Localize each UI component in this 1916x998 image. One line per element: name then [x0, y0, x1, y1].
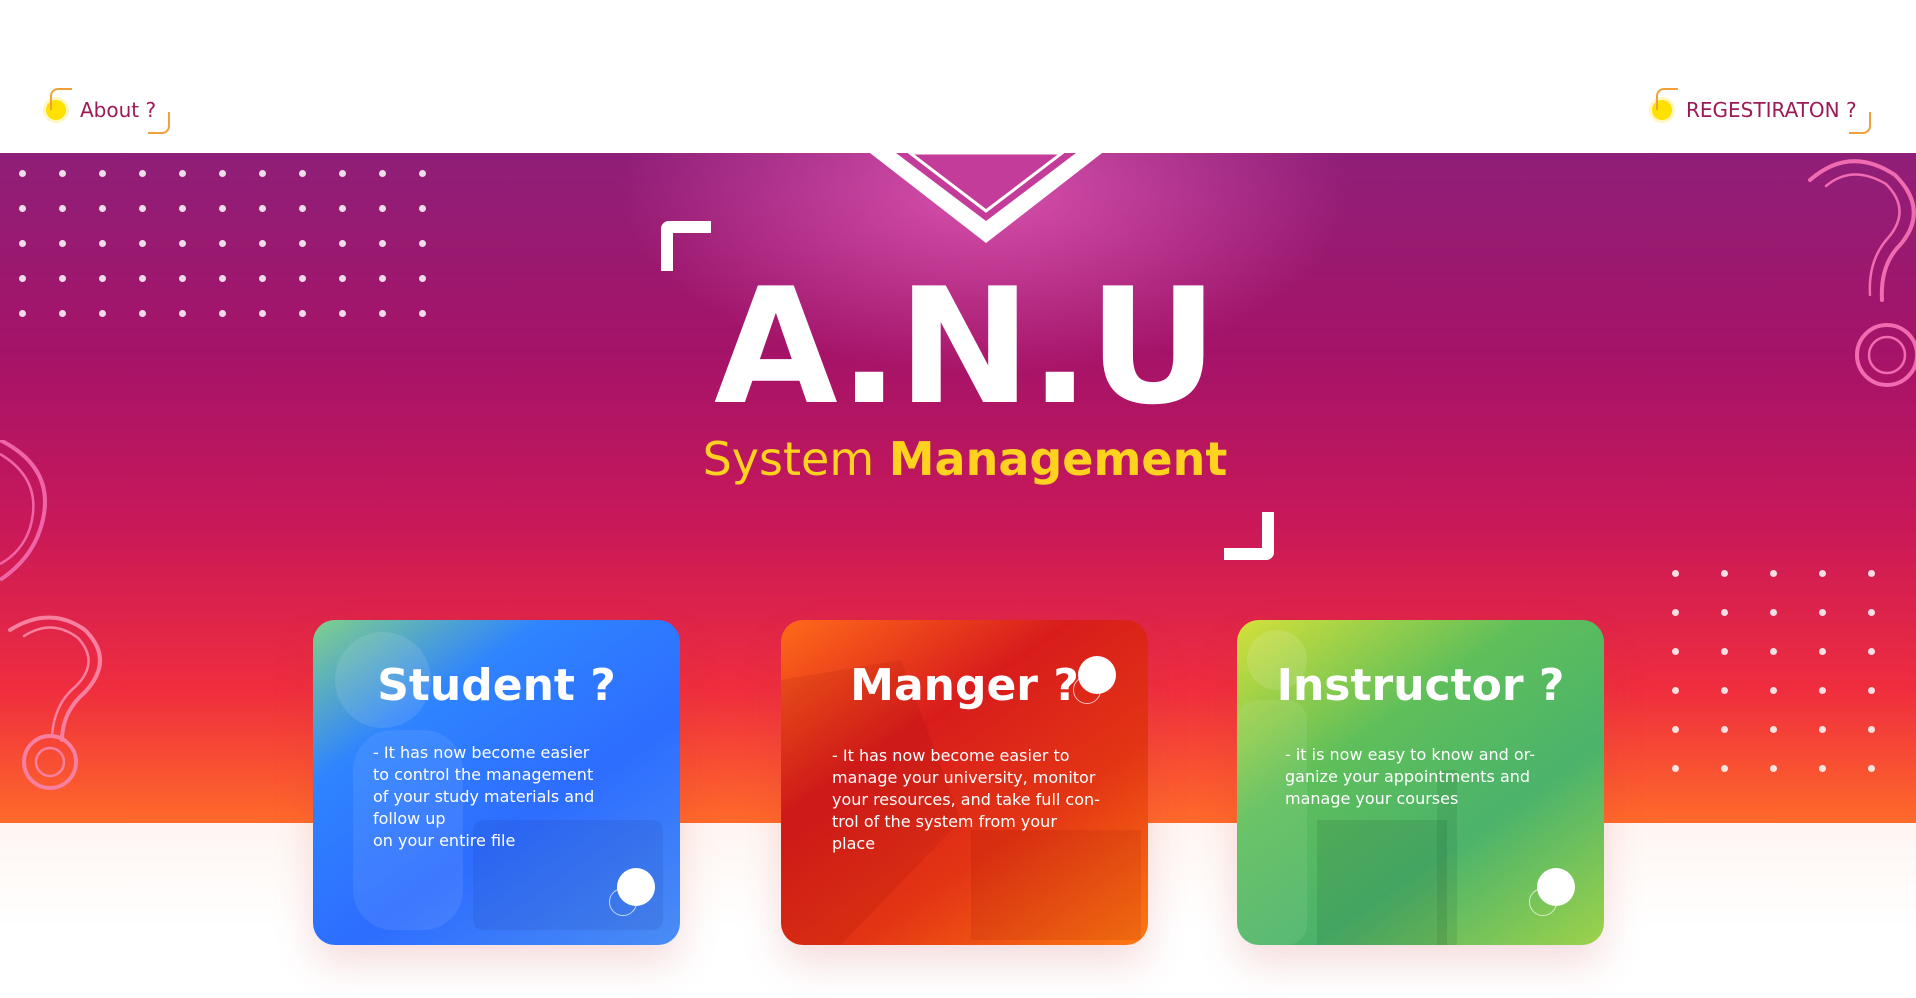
registration-link[interactable]: REGESTIRATON ?: [1652, 88, 1871, 134]
ring-decoration-icon: [0, 440, 47, 582]
circle-ring-icon: [1529, 888, 1557, 916]
bracket-icon: [1656, 88, 1678, 110]
dot-grid-right: [1672, 570, 1875, 772]
registration-link-label: REGESTIRATON ?: [1686, 98, 1857, 122]
corner-bracket-bottom-right-icon: [1224, 512, 1274, 560]
page-subtitle: System Management: [690, 432, 1240, 486]
subtitle-light: System: [702, 432, 889, 486]
instructor-card-text: - it is now easy to know and or- ganize …: [1285, 745, 1535, 808]
manager-card[interactable]: Manger ? - It has now become easier to m…: [781, 620, 1148, 945]
student-card-text: - It has now become easier to control th…: [373, 743, 595, 850]
bracket-icon: [148, 112, 171, 134]
page: About ? REGESTIRATON ? A.N.U System Mana…: [0, 0, 1916, 998]
bracket-icon: [1848, 112, 1871, 134]
top-bar: About ? REGESTIRATON ?: [0, 0, 1916, 153]
question-mark-icon: [1808, 159, 1916, 387]
manager-card-text: - It has now become easier to manage you…: [832, 746, 1100, 853]
about-link[interactable]: About ?: [46, 88, 171, 134]
dot-grid-left: [19, 170, 426, 317]
chevron-notch-icon: [870, 153, 1102, 243]
instructor-card-title: Instructor ?: [1276, 660, 1565, 711]
circle-ring-icon: [609, 888, 637, 916]
question-mark-icon: [8, 615, 102, 790]
student-card-title: Student ?: [377, 660, 616, 711]
subtitle-bold: Management: [888, 432, 1228, 486]
student-card[interactable]: Student ? - It has now become easier to …: [313, 620, 680, 945]
page-title: A.N.U: [713, 253, 1218, 440]
circle-ring-icon: [1073, 676, 1101, 704]
about-link-label: About ?: [80, 98, 157, 122]
instructor-card[interactable]: Instructor ? - it is now easy to know an…: [1237, 620, 1604, 945]
bracket-icon: [50, 88, 72, 110]
